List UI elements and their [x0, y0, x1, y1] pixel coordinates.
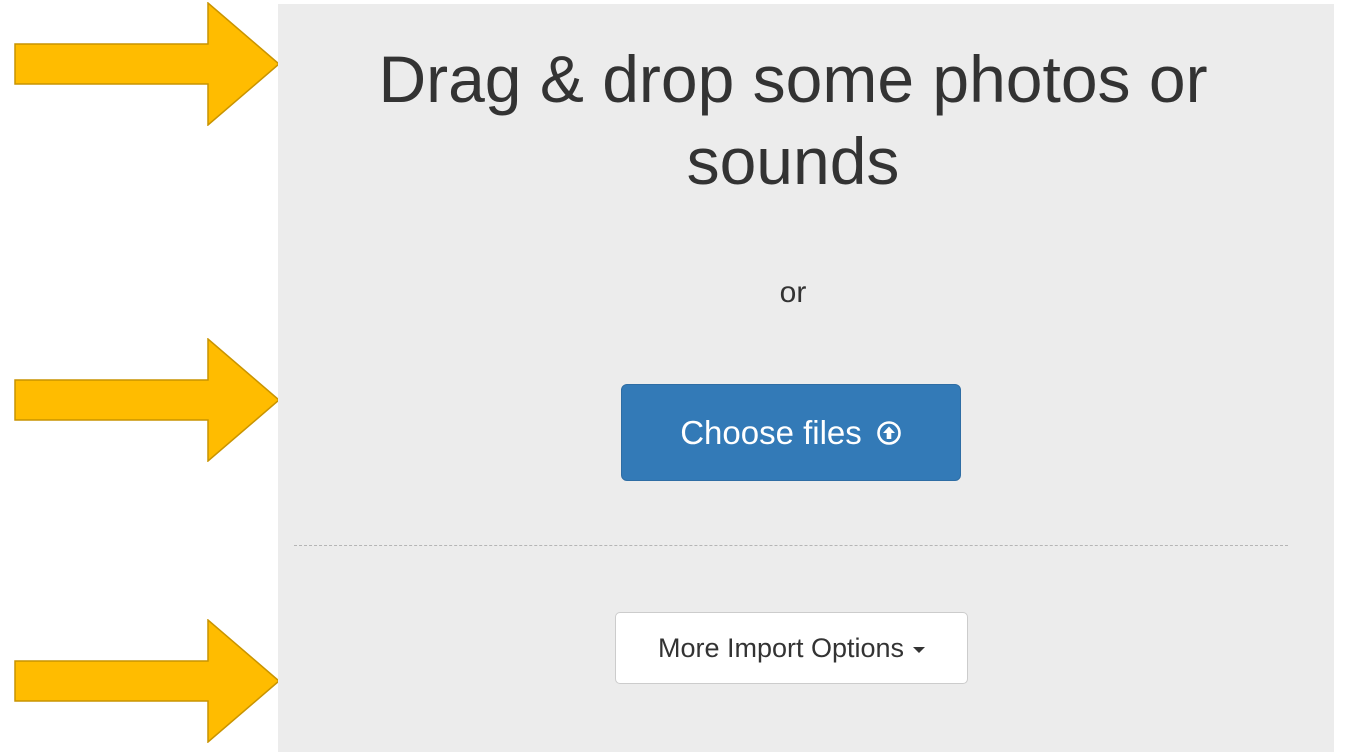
more-import-options-label: More Import Options [657, 632, 905, 663]
arrow-right-icon [14, 619, 280, 743]
arrow-right-icon [14, 2, 280, 126]
dropzone-heading-line2: sounds [686, 124, 900, 198]
page: Drag & drop some photos or sounds or Cho… [0, 0, 1346, 752]
or-separator-text: or [779, 276, 807, 309]
dropzone-heading: Drag & drop some photos or sounds [278, 38, 1308, 202]
arrow-shape [14, 2, 280, 126]
dropzone-heading-line1: Drag & drop some photos or [378, 42, 1208, 116]
choose-files-label: Choose files [680, 413, 862, 451]
arrow-shape [14, 619, 280, 743]
more-import-options-button[interactable]: More Import Options [615, 612, 968, 684]
arrow-shape [14, 338, 280, 462]
upload-circle-icon [876, 420, 902, 446]
arrow-right-icon [14, 338, 280, 462]
caret-down-icon [913, 646, 926, 653]
choose-files-button[interactable]: Choose files [621, 384, 961, 481]
file-dropzone[interactable]: Drag & drop some photos or sounds or Cho… [278, 4, 1334, 752]
dashed-divider [294, 545, 1288, 546]
